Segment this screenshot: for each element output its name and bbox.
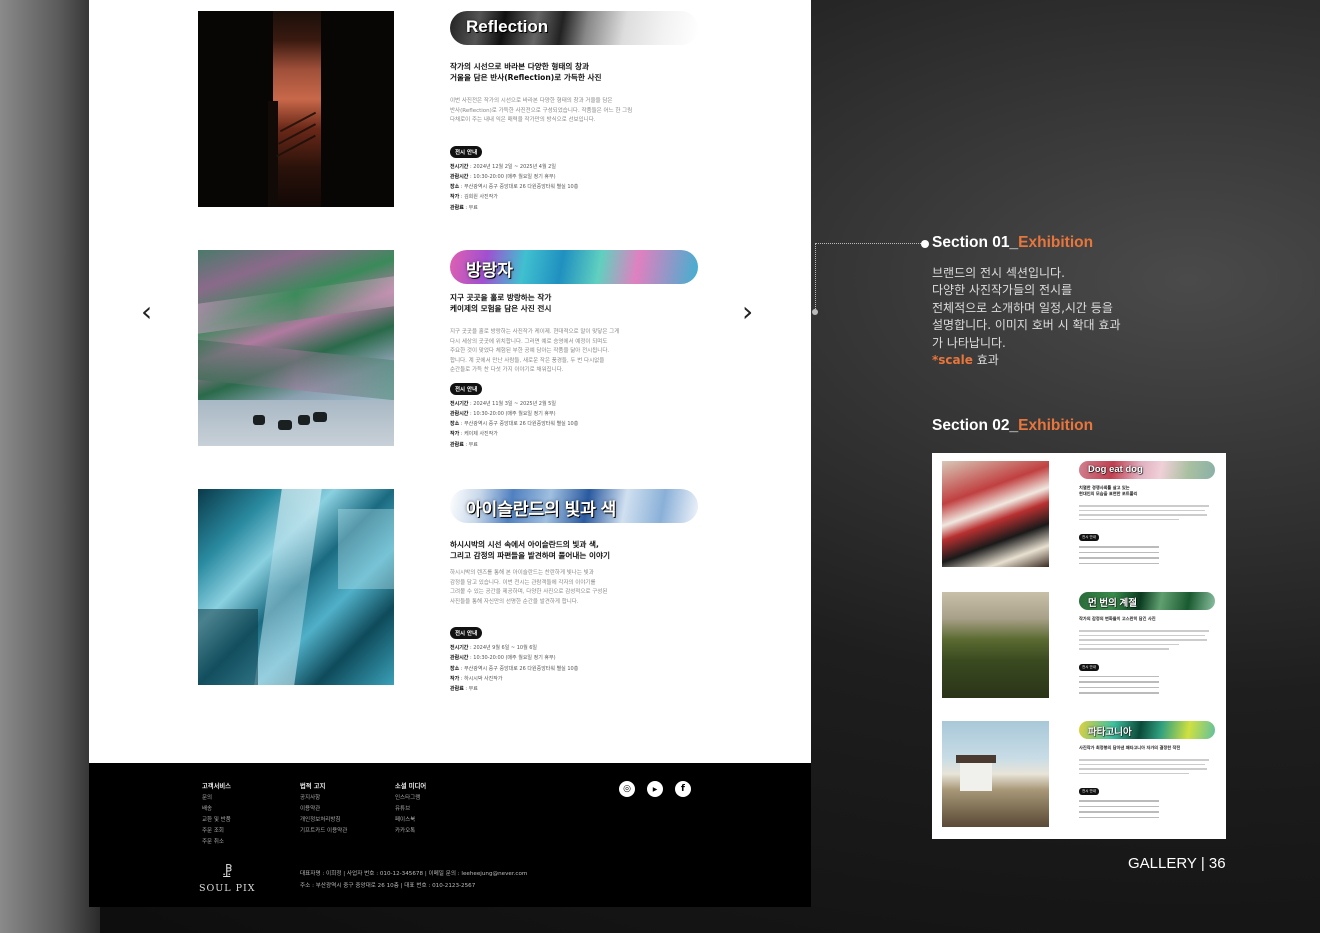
footer-link[interactable]: 교환 및 반품 xyxy=(202,815,231,826)
preview-meta-lines xyxy=(1079,546,1215,565)
footer-link[interactable]: 페이스북 xyxy=(395,815,426,826)
exhibition-badge: 전시 안내 xyxy=(450,382,483,395)
logo-mark-icon: ꗗ xyxy=(221,861,233,882)
social-icons: ◎ ▶ f xyxy=(619,781,691,797)
preview-info: Dog eat dog 치열한 경쟁사회를 살고 있는 현대인의 모습을 표현한… xyxy=(1079,461,1215,565)
exhibition-meta: 전시기간 : 2024년 9월 6일 ~ 10월 6일 관람시간 : 10:30… xyxy=(450,645,579,693)
prev-arrow-icon[interactable]: ‹ xyxy=(141,298,161,326)
preview-subtitle: 사진작가 최정봉의 담아낸 패타고니아 자가의 결정한 작전 xyxy=(1079,745,1181,750)
company-info: 대표자명 : 이희정 | 사업자 번호 : 010-12-345678 | 이메… xyxy=(300,871,528,889)
exhibition-subtitle: 하시시박의 시선 속에서 아이슬란드의 빛과 색, 그리고 감정의 파편들을 발… xyxy=(450,540,610,560)
exhibition-meta: 전시기간 : 2024년 11월 3일 ~ 2025년 2월 5일 관람시간 :… xyxy=(450,400,579,448)
exhibition-info: 아이슬란드의 빛과 색 하시시박의 시선 속에서 아이슬란드의 빛과 색, 그리… xyxy=(450,489,700,694)
facebook-icon[interactable]: f xyxy=(675,781,691,797)
footer-link[interactable]: 배송 xyxy=(202,804,231,815)
exhibition-badge: 전시 안내 xyxy=(450,145,483,158)
preview-image[interactable] xyxy=(942,721,1049,827)
exhibition-info: 방랑자 지구 곳곳을 홀로 방랑하는 작가 케이제의 모험을 담은 사진 전시 … xyxy=(450,250,700,450)
footer-link[interactable]: 공지사항 xyxy=(300,793,347,804)
preview-item: 파타고니아 사진작가 최정봉의 담아낸 패타고니아 자가의 결정한 작전 전시 … xyxy=(942,721,1222,829)
website-mockup: ‹ › Reflection 작가의 시선으로 바라본 다양한 형태의 창과 거… xyxy=(89,0,811,907)
preview-title-pill: Dog eat dog xyxy=(1079,461,1215,479)
footer-link[interactable]: 주문 취소 xyxy=(202,837,231,848)
exhibition-description: 이번 사진전은 작가의 시선으로 바라본 다양한 형태의 창과 거울을 담은 반… xyxy=(450,98,633,123)
preview-image[interactable] xyxy=(942,592,1049,698)
footer-link[interactable]: 문의 xyxy=(202,793,231,804)
footer-heading: 법적 고지 xyxy=(300,783,326,790)
brand-logo[interactable]: ꗗ SOUL PIX xyxy=(199,861,256,895)
preview-item: Dog eat dog 치열한 경쟁사회를 살고 있는 현대인의 모습을 표현한… xyxy=(942,461,1222,569)
footer-link[interactable]: 유튜브 xyxy=(395,804,426,815)
preview-title: Dog eat dog xyxy=(1088,464,1143,475)
annotation-connector xyxy=(815,243,927,313)
preview-title: 파타고니아 xyxy=(1088,727,1132,738)
exhibition-title: 방랑자 xyxy=(466,261,513,280)
logo-text: SOUL PIX xyxy=(199,883,256,894)
exhibition-info: Reflection 작가의 시선으로 바라본 다양한 형태의 창과 거울을 담… xyxy=(450,11,700,213)
preview-meta-lines xyxy=(1079,800,1215,819)
exhibition-description: 지구 곳곳을 홀로 방랑하는 사진작가 케이제. 현대적으로 말이 맞닿은 그게… xyxy=(450,329,620,373)
preview-subtitle: 작가의 감정의 변화들이 고스란히 담긴 사진 xyxy=(1079,616,1156,621)
section-01-title: Section 01_Exhibition xyxy=(932,234,1094,251)
preview-item: 먼 번의 계절 작가의 감정의 변화들이 고스란히 담긴 사진 전시 안내 xyxy=(942,592,1222,700)
preview-meta-lines xyxy=(1079,675,1215,694)
exhibition-image[interactable] xyxy=(198,11,394,207)
page-number: GALLERY | 36 xyxy=(1128,855,1226,872)
next-arrow-icon[interactable]: › xyxy=(742,298,762,326)
footer-column-customer-service: 고객서비스 문의 배송 교환 및 반품 주문 조회 주문 취소 xyxy=(202,781,231,848)
section-02-title: Section 02_Exhibition xyxy=(932,417,1094,434)
preview-info: 먼 번의 계절 작가의 감정의 변화들이 고스란히 담긴 사진 전시 안내 xyxy=(1079,592,1215,694)
footer-link[interactable]: 주문 조회 xyxy=(202,826,231,837)
exhibition-subtitle: 작가의 시선으로 바라본 다양한 형태의 창과 거울을 담은 반사(Reflec… xyxy=(450,62,602,82)
footer-heading: 소셜 미디어 xyxy=(395,783,427,790)
exhibition-meta: 전시기간 : 2024년 12월 2일 ~ 2025년 4월 2일 관람시간 :… xyxy=(450,163,579,211)
background-glow xyxy=(0,0,100,933)
exhibition-badge: 전시 안내 xyxy=(450,627,483,639)
footer-heading: 고객서비스 xyxy=(202,783,231,790)
exhibition-title: 아이슬란드의 빛과 색 xyxy=(466,500,617,519)
site-footer: 고객서비스 문의 배송 교환 및 반품 주문 조회 주문 취소 법적 고지 공지… xyxy=(89,763,811,907)
preview-image[interactable] xyxy=(942,461,1049,567)
preview-title: 먼 번의 계절 xyxy=(1088,598,1137,609)
preview-badge: 전시 안내 xyxy=(1079,788,1099,796)
section-01-description: 브랜드의 전시 섹션입니다. 다양한 사진작가들의 전시를 전체적으로 소개하며… xyxy=(932,266,1121,368)
footer-column-legal: 법적 고지 공지사항 이용약관 개인정보처리방침 기프트카드 이용약관 xyxy=(300,781,347,837)
connector-dot xyxy=(921,240,929,248)
footer-column-social: 소셜 미디어 인스타그램 유튜브 페이스북 카카오톡 xyxy=(395,781,426,837)
preview-description-lines xyxy=(1079,759,1215,775)
exhibition-subtitle: 지구 곳곳을 홀로 방랑하는 작가 케이제의 모험을 담은 사진 전시 xyxy=(450,293,552,313)
footer-link[interactable]: 카카오톡 xyxy=(395,826,426,837)
youtube-icon[interactable]: ▶ xyxy=(647,781,663,797)
exhibition-title-pill: Reflection xyxy=(450,11,698,45)
preview-subtitle: 치열한 경쟁사회를 살고 있는 현대인의 모습을 표현한 포트폴리 xyxy=(1079,485,1138,496)
preview-badge: 전시 안내 xyxy=(1079,663,1099,671)
preview-title-pill: 파타고니아 xyxy=(1079,721,1215,739)
instagram-icon[interactable]: ◎ xyxy=(619,781,635,797)
preview-description-lines xyxy=(1079,505,1215,521)
preview-badge: 전시 안내 xyxy=(1079,534,1099,542)
exhibition-image[interactable] xyxy=(198,250,394,446)
section-02-preview: Dog eat dog 치열한 경쟁사회를 살고 있는 현대인의 모습을 표현한… xyxy=(932,453,1226,839)
footer-link[interactable]: 이용약관 xyxy=(300,804,347,815)
exhibition-description: 하시시박의 렌즈를 통해 본 아이슬란드는 찬란하게 빛나는 빛과 감정을 담고… xyxy=(450,570,608,605)
connector-dot xyxy=(812,309,818,315)
footer-link[interactable]: 개인정보처리방침 xyxy=(300,815,347,826)
preview-title-pill: 먼 번의 계절 xyxy=(1079,592,1215,610)
footer-link[interactable]: 기프트카드 이용약관 xyxy=(300,826,347,837)
preview-info: 파타고니아 사진작가 최정봉의 담아낸 패타고니아 자가의 결정한 작전 전시 … xyxy=(1079,721,1215,819)
exhibition-title-pill: 방랑자 xyxy=(450,250,698,284)
exhibition-title-pill: 아이슬란드의 빛과 색 xyxy=(450,489,698,523)
preview-description-lines xyxy=(1079,630,1215,650)
exhibition-title: Reflection xyxy=(466,17,549,36)
footer-link[interactable]: 인스타그램 xyxy=(395,793,426,804)
exhibition-image[interactable] xyxy=(198,489,394,685)
